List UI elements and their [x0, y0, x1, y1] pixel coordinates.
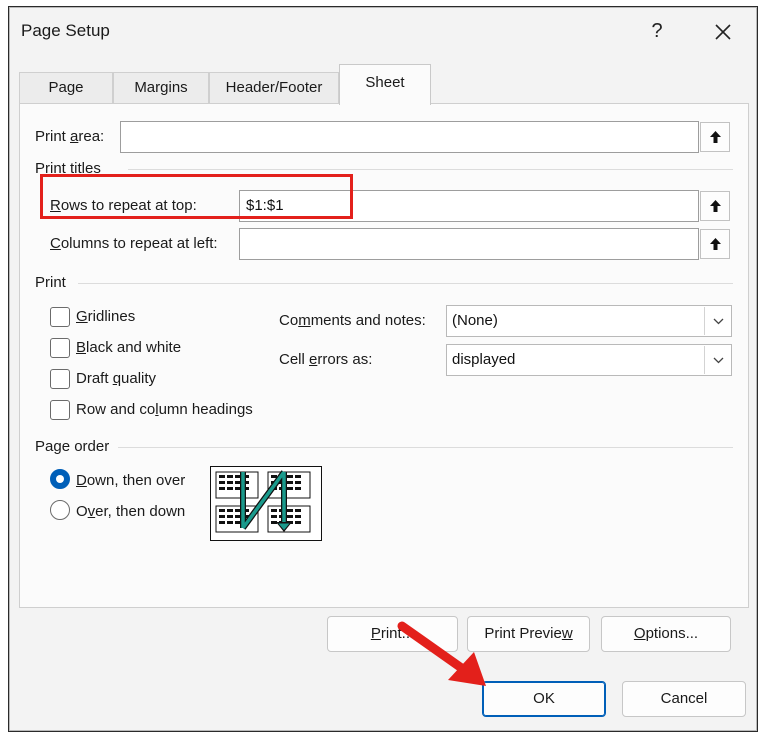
page-order-heading: Page order	[35, 438, 110, 455]
down-then-over-radio[interactable]	[50, 469, 70, 489]
close-icon	[715, 24, 731, 40]
red-arrow-icon	[397, 621, 486, 686]
gridlines-label: Gridlines	[76, 308, 136, 325]
print-area-collapse-button[interactable]	[700, 122, 730, 152]
print-titles-divider	[128, 169, 733, 170]
title-bar: Page Setup ?	[10, 8, 756, 56]
collapse-arrow-icon	[710, 131, 721, 143]
cancel-button[interactable]: Cancel	[622, 681, 746, 717]
cell-errors-value: displayed	[452, 351, 516, 368]
row-column-headings-checkbox[interactable]	[50, 400, 70, 420]
draft-quality-checkbox[interactable]	[50, 369, 70, 389]
print-area-label: Print area:	[35, 128, 105, 145]
print-divider	[78, 283, 733, 284]
tab-page[interactable]: Page	[19, 72, 113, 104]
tab-sheet[interactable]: Sheet	[339, 64, 431, 105]
black-and-white-label: Black and white	[76, 339, 182, 356]
rows-to-repeat-highlight	[40, 174, 353, 219]
page-order-divider	[118, 447, 733, 448]
dialog-title: Page Setup	[21, 21, 110, 40]
gridlines-checkbox[interactable]	[50, 307, 70, 327]
cell-errors-dropdown[interactable]: displayed	[446, 344, 732, 376]
comments-notes-value: (None)	[452, 312, 498, 329]
ok-button[interactable]: OK	[482, 681, 606, 717]
print-heading: Print	[35, 274, 66, 291]
print-area-input[interactable]	[120, 121, 699, 153]
comments-notes-dropdown[interactable]: (None)	[446, 305, 732, 337]
close-button[interactable]	[708, 17, 738, 47]
page-setup-dialog: Page Setup ? Page Margins Header/Footer …	[9, 7, 757, 731]
tab-header-footer[interactable]: Header/Footer	[209, 72, 339, 104]
page-order-preview-icon	[210, 466, 322, 541]
columns-to-repeat-input[interactable]	[239, 228, 699, 260]
chevron-down-icon	[704, 307, 730, 335]
draft-quality-label: Draft quality	[76, 370, 157, 387]
down-then-over-label: Down, then over	[76, 472, 186, 489]
options-button[interactable]: Options...	[601, 616, 731, 652]
black-and-white-checkbox[interactable]	[50, 338, 70, 358]
cell-errors-label: Cell errors as:	[279, 351, 373, 368]
columns-to-repeat-label: Columns to repeat at left:	[50, 235, 218, 252]
help-button[interactable]: ?	[643, 17, 671, 45]
collapse-arrow-icon	[710, 200, 721, 212]
chevron-down-icon	[704, 346, 730, 374]
comments-notes-label: Comments and notes:	[279, 312, 426, 329]
collapse-arrow-icon	[710, 238, 721, 250]
over-then-down-radio[interactable]	[50, 500, 70, 520]
over-then-down-label: Over, then down	[76, 503, 186, 520]
columns-to-repeat-collapse-button[interactable]	[700, 229, 730, 259]
rows-to-repeat-collapse-button[interactable]	[700, 191, 730, 221]
tab-margins[interactable]: Margins	[113, 72, 209, 104]
row-column-headings-label: Row and column headings	[76, 401, 253, 418]
